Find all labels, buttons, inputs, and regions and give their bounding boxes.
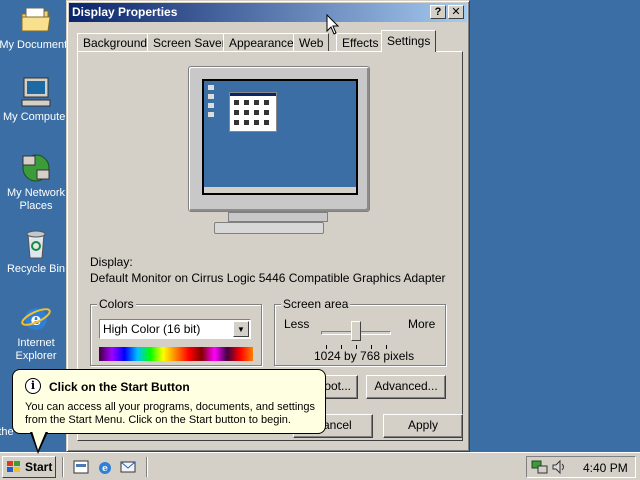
desktop-icon-label: My Computer: [2, 111, 70, 123]
balloon-title: Click on the Start Button: [49, 380, 190, 394]
desktop-icon-label: Places: [19, 200, 53, 212]
desktop-icon-label: Internet: [17, 337, 55, 349]
start-balloon-tip[interactable]: i Click on the Start Button You can acce…: [12, 369, 326, 434]
taskbar: Start e 4:40 PM: [0, 452, 640, 480]
color-spectrum: [99, 347, 253, 361]
chevron-down-icon[interactable]: ▼: [233, 321, 249, 337]
windows-logo-icon: [7, 461, 20, 472]
recycle-bin-icon: [26, 230, 46, 259]
clock[interactable]: 4:40 PM: [583, 461, 628, 475]
tab-appearance[interactable]: Appearance: [223, 33, 300, 52]
resolution-text: 1024 by 768 pixels: [314, 349, 415, 363]
desktop-icon-label: Explorer: [15, 350, 57, 362]
volume-icon[interactable]: [551, 459, 567, 475]
system-tray: 4:40 PM: [526, 456, 636, 478]
desktop-icon-label: My Network: [6, 187, 66, 199]
title-bar[interactable]: Display Properties ? ✕: [69, 3, 467, 22]
desktop-icon-label: My Documents: [0, 39, 73, 51]
screen-area-slider-thumb[interactable]: [351, 321, 361, 341]
more-label: More: [408, 317, 436, 331]
tab-background[interactable]: Background: [77, 33, 154, 52]
screen-area-group-title: Screen area: [281, 297, 351, 311]
close-button[interactable]: ✕: [448, 5, 464, 19]
mouse-cursor-icon: [326, 14, 340, 35]
taskbar-separator: [62, 457, 64, 477]
less-label: Less: [284, 317, 310, 331]
window-title: Display Properties: [72, 5, 178, 19]
help-button[interactable]: ?: [430, 5, 446, 19]
monitor-screen: [202, 79, 358, 195]
monitor-neck: [228, 212, 328, 222]
colors-group-title: Colors: [97, 297, 136, 311]
apply-button[interactable]: Apply: [383, 414, 463, 438]
desktop-icon-internet-explorer[interactable]: e Internet Explorer: [0, 302, 74, 363]
tab-effects[interactable]: Effects: [336, 33, 385, 52]
advanced-button[interactable]: Advanced...: [366, 375, 446, 399]
folder-icon: [21, 7, 51, 32]
display-label: Display:: [90, 255, 133, 269]
mini-taskbar: [204, 187, 356, 193]
tab-web[interactable]: Web: [293, 33, 330, 52]
internet-explorer-icon[interactable]: e: [96, 458, 114, 476]
outlook-express-icon[interactable]: [119, 458, 137, 476]
computer-icon: [21, 77, 51, 107]
info-icon: i: [25, 378, 41, 394]
colors-select[interactable]: High Color (16 bit) ▼: [99, 319, 251, 339]
colors-group: Colors High Color (16 bit) ▼: [90, 297, 262, 366]
mini-window-grid: [230, 93, 276, 125]
show-desktop-icon[interactable]: [72, 458, 90, 476]
desktop-icon-my-computer[interactable]: My Computer: [0, 76, 74, 124]
desktop-icon-my-documents[interactable]: My Documents: [0, 4, 74, 52]
mini-window: [229, 92, 277, 132]
mini-desktop-icons: [208, 85, 214, 117]
internet-explorer-icon: e: [21, 308, 51, 330]
network-icon: [22, 154, 50, 182]
svg-text:e: e: [102, 464, 108, 474]
tab-screen-saver[interactable]: Screen Saver: [147, 33, 232, 52]
tab-settings[interactable]: Settings: [381, 30, 437, 52]
network-tray-icon[interactable]: [531, 459, 549, 475]
balloon-body: You can access all your programs, docume…: [25, 401, 316, 426]
start-button[interactable]: Start: [2, 456, 56, 478]
desktop-icon-label: Recycle Bin: [6, 263, 66, 275]
start-label: Start: [25, 460, 53, 474]
screen-area-group: Screen area Less More 1024 by 768 pixels: [274, 297, 446, 366]
display-value: Default Monitor on Cirrus Logic 5446 Com…: [90, 271, 446, 285]
taskbar-separator: [146, 457, 148, 477]
monitor-preview: [188, 66, 370, 212]
balloon-tail-fill: [32, 431, 46, 450]
monitor-base: [214, 222, 324, 234]
colors-select-value: High Color (16 bit): [103, 322, 201, 336]
desktop-icon-recycle-bin[interactable]: Recycle Bin: [0, 228, 74, 276]
desktop-icon-my-network-places[interactable]: My Network Places: [0, 152, 74, 213]
